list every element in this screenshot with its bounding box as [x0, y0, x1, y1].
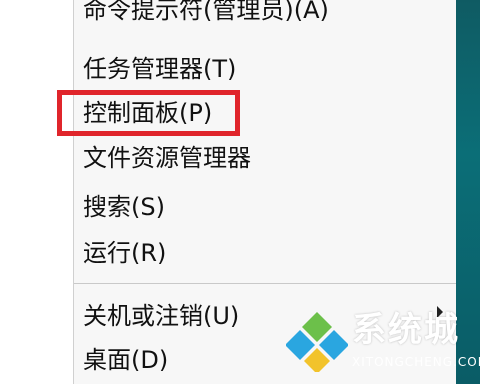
desktop-background-left [0, 0, 73, 384]
watermark-url-text: XITONGCHENG.COM [352, 355, 480, 369]
menu-item-command-prompt-admin[interactable]: 命令提示符(管理员)(A) [83, 0, 329, 30]
menu-item-run[interactable]: 运行(R) [83, 233, 166, 273]
menu-item-shutdown-signout[interactable]: 关机或注销(U) [83, 296, 239, 336]
site-watermark: 系统城 XITONGCHENG.COM [284, 304, 480, 384]
menu-item-file-explorer[interactable]: 文件资源管理器 [83, 138, 251, 178]
red-highlight-box [57, 90, 240, 136]
xitongcheng-logo-icon [286, 312, 348, 372]
watermark-brand-text: 系统城 [352, 310, 460, 350]
menu-item-task-manager[interactable]: 任务管理器(T) [83, 49, 236, 89]
menu-item-desktop[interactable]: 桌面(D) [83, 340, 168, 380]
menu-separator [74, 283, 457, 284]
menu-item-search[interactable]: 搜索(S) [83, 187, 165, 227]
